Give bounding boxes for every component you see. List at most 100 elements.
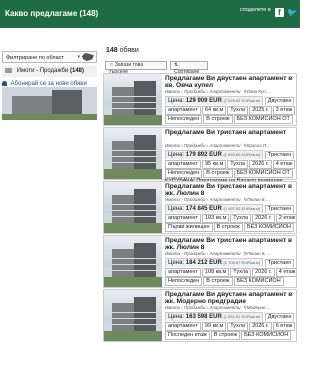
top-header: Какво предлагаме (148) споделете в f 🐦 (0, 0, 300, 28)
listing-feature-tag: В строеж (203, 169, 233, 178)
listing-tag: 2026 г. (252, 267, 275, 277)
listing-location: Модерно … (246, 305, 272, 310)
listing-tag: апартамент (165, 321, 201, 331)
listing-price: Цена: 129 909 EUR (2 029.83 EUR/кв.м) (165, 96, 264, 105)
listing-title[interactable]: Предлагаме Ви тристаен апартамент (165, 129, 296, 143)
listing-location: Красна П… (246, 143, 271, 148)
page-title: Какво предлагаме (148) (5, 9, 99, 18)
listing-price: Цена: 184 212 EUR (1 705.67 EUR/кв.м) (165, 258, 264, 267)
listing-tag: 99 кв.м (201, 321, 227, 331)
listing-card[interactable]: Предлагаме Ви тристаен апартамент в жк. … (103, 181, 297, 234)
listing-category-path: Имоти › Продажби › Апартаменти (165, 251, 241, 256)
listing-photo[interactable] (104, 74, 162, 125)
listing-tag: Тухла (227, 159, 249, 169)
listing-tag: Тухла (227, 321, 249, 331)
listing-rooms-tag: Двустаен (264, 97, 295, 105)
listing-tag: Тухла (230, 267, 252, 277)
listing-card[interactable]: Предлагаме Ви двустаен апартамент в кв. … (103, 73, 297, 126)
listing-tag: 4 етаж (275, 267, 296, 277)
category-item[interactable]: Имоти - Продажби (148) (2, 66, 97, 77)
listing-tag: Тухла (230, 213, 252, 223)
listing-title[interactable]: Предлагаме Ви тристаен апартамент в жк. … (165, 183, 296, 197)
save-search-button[interactable]: ☆ Запази това търсене (105, 61, 167, 75)
listing-tag: 64 кв.м (201, 105, 227, 115)
results-count-value: 148 (106, 47, 118, 54)
listing-feature-tag: В строеж (210, 331, 241, 340)
listing-photo[interactable] (104, 236, 162, 287)
listing-category-path: Имоти › Продажби › Апартаменти (165, 197, 241, 202)
listing-price-value: 174 845 EUR (185, 206, 222, 212)
listing-location: Люлин 8,… (246, 251, 271, 256)
facebook-icon[interactable]: f (275, 8, 284, 17)
listing-price-per-sqm: (1 705.67 EUR/кв.м) (223, 260, 261, 265)
listing-rooms-tag: Тристаен (264, 205, 295, 213)
listing-tag: 3 етаж (272, 105, 296, 115)
listing-meta: Имоти › Продажби › Апартаменти ⚲Люлин 8,… (165, 251, 296, 257)
listing-tag: апартамент (165, 105, 201, 115)
listing-feature-tag: Първи жилищен (165, 223, 213, 232)
listing-photo[interactable] (104, 182, 162, 233)
listing-tag: 2026 г. (249, 159, 272, 169)
listing-feature-tag: БЕЗ КОМИСИОН (241, 331, 292, 340)
star-icon: ☆ (109, 62, 114, 68)
listing-card[interactable]: Предлагаме Ви тристаен апартамент Имоти … (103, 127, 297, 184)
listing-price: Цена: 174 845 EUR (1 697.52 EUR/кв.м) (165, 204, 264, 213)
listing-feature-tag: Непоследен (165, 115, 203, 124)
results-count: 148 обяви (106, 47, 139, 54)
listing-feature-tag: БЕЗ КОМИСИОН (243, 223, 294, 232)
listing-tag: апартамент (165, 267, 201, 277)
listing-feature-tag: БЕЗ КОМИСИОН ОТ (233, 169, 293, 178)
twitter-icon[interactable]: 🐦 (287, 8, 297, 17)
listing-tag: 2026 г. (252, 213, 275, 223)
listing-tag: апартамент (165, 213, 201, 223)
listing-title[interactable]: Предлагаме Ви двустаен апартамент в кв. … (165, 75, 296, 89)
listing-price-per-sqm: (1 893.60 EUR/кв.м) (223, 152, 261, 157)
listing-price-value: 184 212 EUR (185, 260, 222, 266)
listing-feature-tag: В строеж (203, 115, 233, 124)
listing-photo[interactable] (104, 290, 162, 341)
listing-price: Цена: 163 598 EUR (1 652.51 EUR/кв.м) (165, 312, 264, 321)
listing-tag: 6 етаж (272, 321, 296, 331)
listing-price-value: 163 598 EUR (185, 314, 222, 320)
listing-price-value: 179 892 EUR (185, 152, 222, 158)
region-filter-label: Филтриране по област (6, 55, 64, 61)
share-label: споделете в (240, 7, 271, 13)
listing-meta: Имоти › Продажби › Апартаменти ⚲Красна П… (165, 143, 296, 149)
listing-title[interactable]: Предлагаме Ви тристаен апартамент в жк. … (165, 237, 296, 251)
listing-tag: 103 кв.м (201, 213, 230, 223)
listing-card[interactable]: Предлагаме Ви тристаен апартамент в жк. … (103, 235, 297, 288)
listing-tag: Тухла (227, 105, 249, 115)
listing-location: Овча Куп… (246, 89, 271, 94)
listing-meta: Имоти › Продажби › Апартаменти ⚲Модерно … (165, 305, 296, 311)
bell-icon (2, 81, 7, 86)
chevron-down-icon: ▾ (77, 54, 80, 60)
bulgaria-map-icon (82, 53, 94, 61)
category-count: (148) (69, 68, 84, 75)
listing-feature-tag: В строеж (213, 223, 243, 232)
listing-price-per-sqm: (2 029.83 EUR/кв.м) (223, 98, 261, 103)
sort-button[interactable]: ⇅ Сортиране (170, 61, 208, 75)
listing-tag: 2 етаж (275, 213, 296, 223)
listing-card[interactable]: Предлагаме Ви двустаен апартамент в жк. … (103, 289, 297, 342)
listing-title[interactable]: Предлагаме Ви двустаен апартамент в жк. … (165, 291, 296, 305)
listing-tag: 2025 г. (249, 105, 272, 115)
listing-photo[interactable] (104, 128, 162, 179)
listing-category-path: Имоти › Продажби › Апартаменти (165, 89, 241, 94)
listing-meta: Имоти › Продажби › Апартаменти ⚲Овча Куп… (165, 89, 296, 95)
listing-feature-tag: Последен етаж (165, 331, 210, 340)
listing-feature-tag: БЕЗ КОМИСИОН ОТ (233, 115, 293, 124)
listing-price-per-sqm: (1 697.52 EUR/кв.м) (223, 206, 261, 211)
listing-tag: 4 етаж (272, 159, 296, 169)
listing-tag: апартамент (165, 159, 201, 169)
listing-price: Цена: 179 892 EUR (1 893.60 EUR/кв.м) (165, 150, 264, 159)
listing-location: Люлин 8,… (246, 197, 271, 202)
listing-feature-tag: Непоследен (165, 277, 203, 286)
category-label: Имоти - Продажби (16, 68, 69, 75)
listing-rooms-tag: Тристаен (264, 259, 295, 267)
listing-price-value: 129 909 EUR (185, 98, 222, 104)
folder-icon (5, 68, 12, 73)
results-count-label: обяви (119, 47, 139, 54)
region-filter-select[interactable]: Филтриране по област ▾ (2, 51, 97, 63)
listing-feature-tag: Непоследен (165, 169, 203, 178)
listing-meta: Имоти › Продажби › Апартаменти ⚲Люлин 8,… (165, 197, 296, 203)
